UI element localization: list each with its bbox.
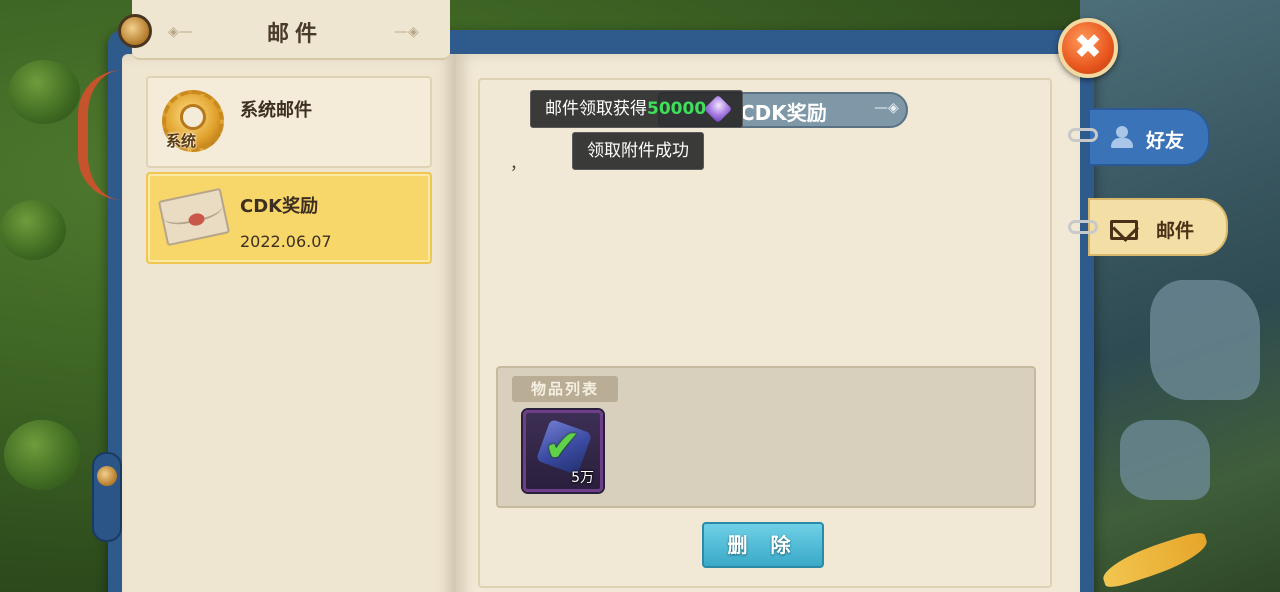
- pin-icon: [118, 14, 152, 48]
- background-rock: [1120, 420, 1210, 500]
- ornament-icon: —◈: [394, 24, 419, 40]
- delete-button[interactable]: 删 除: [702, 522, 824, 568]
- item-slot[interactable]: ✔ 5万: [523, 410, 603, 492]
- items-label: 物品列表: [512, 376, 618, 402]
- ring-icon: [1068, 220, 1098, 234]
- claim-amount: 50000: [647, 99, 707, 119]
- gear-icon-label: 系统: [166, 132, 197, 150]
- bookmark-ribbon: [78, 70, 122, 200]
- mail-list-item-cdk[interactable]: CDK奖励 2022.06.07: [146, 172, 432, 264]
- claim-toast: 邮件领取获得50000: [530, 90, 744, 128]
- background-bush: [8, 60, 80, 124]
- item-count: 5万: [571, 470, 594, 486]
- mail-title: CDK奖励: [740, 101, 827, 125]
- background-rock: [1150, 280, 1260, 400]
- tab-mail-label: 邮件: [1156, 220, 1195, 242]
- envelope-icon: [1110, 220, 1138, 240]
- background-bush: [4, 420, 80, 490]
- mail-list-item-system[interactable]: 系统 系统邮件: [146, 76, 432, 168]
- page-title: 邮件: [266, 22, 323, 47]
- claim-toast-text: 邮件领取获得: [545, 99, 647, 119]
- mail-name: CDK奖励: [240, 196, 319, 217]
- background-bush: [0, 200, 66, 260]
- envelope-icon: [157, 186, 231, 250]
- ring-icon: [1068, 128, 1098, 142]
- close-icon[interactable]: ✖: [1058, 18, 1118, 78]
- mail-date: 2022.06.07: [240, 232, 332, 251]
- mail-content-frame: [478, 78, 1052, 588]
- clip-pin-icon: [97, 466, 117, 486]
- person-icon: [1110, 126, 1134, 148]
- mail-body: ，: [510, 154, 527, 173]
- mail-name: 系统邮件: [240, 100, 312, 121]
- check-icon: ✔: [544, 421, 581, 472]
- success-toast: 领取附件成功: [572, 132, 704, 170]
- gem-icon: [704, 94, 733, 124]
- tab-friends-label: 好友: [1146, 130, 1185, 152]
- gear-icon: 系统: [162, 90, 226, 154]
- ornament-icon: ◈—: [168, 24, 193, 40]
- ornament-icon: —◈: [874, 100, 899, 116]
